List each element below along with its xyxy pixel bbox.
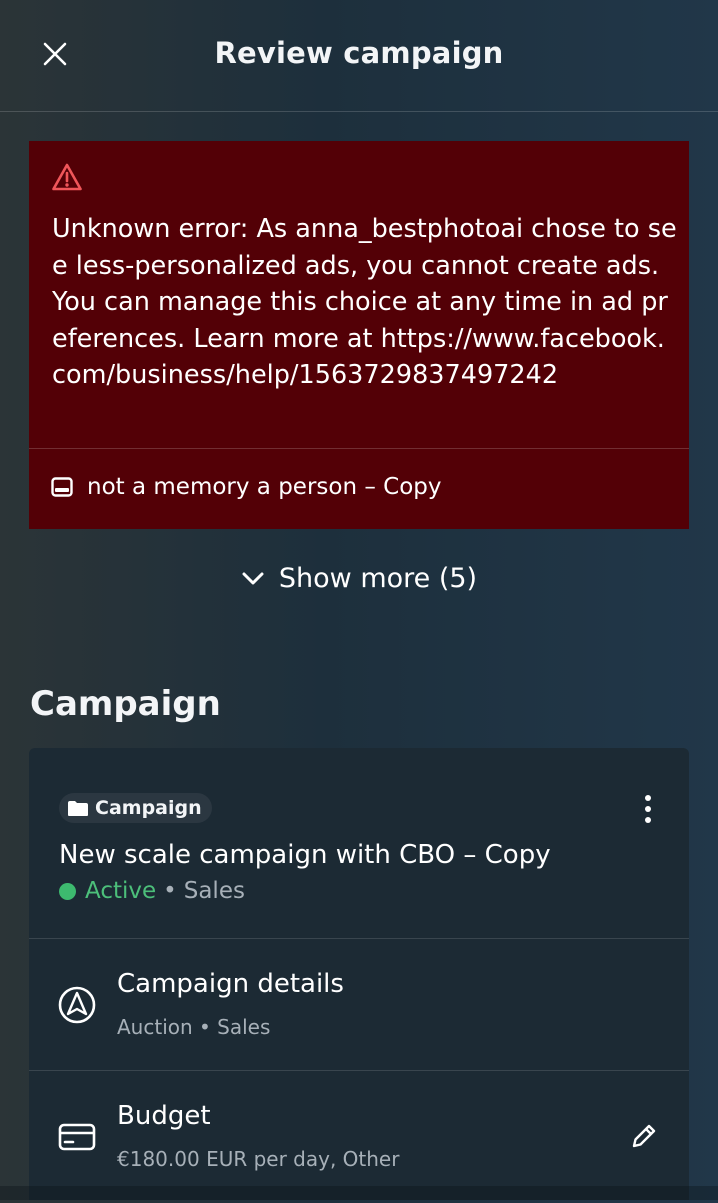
budget-row[interactable]: Budget €180.00 EUR per day, Other [29,1071,689,1203]
campaign-name: New scale campaign with CBO – Copy [59,840,551,870]
more-dot [645,817,651,823]
status-line: Active • Sales [59,878,245,904]
status-dot [59,882,76,900]
status-active: Active [85,878,157,904]
campaign-details-subtitle: Auction • Sales [117,1015,271,1039]
header: Review campaign [0,0,718,112]
error-ad-name: not a memory a person – Copy [87,474,442,500]
campaign-chip: Campaign [59,793,212,823]
campaign-objective: Sales [183,878,245,904]
separator: • [163,878,177,904]
pencil-icon [632,1124,656,1148]
folder-icon [68,800,88,816]
error-message: Unknown error: As anna_bestphotoai chose… [52,214,677,390]
ad-icon [51,477,73,497]
error-banner: Unknown error: As anna_bestphotoai chose… [29,141,689,529]
show-more-button[interactable]: Show more (5) [0,563,718,594]
page-title: Review campaign [214,36,504,70]
navigation-icon [55,983,99,1027]
error-ad-link[interactable]: not a memory a person – Copy [51,474,442,500]
chip-label: Campaign [95,797,202,819]
more-dot [645,806,651,812]
campaign-details-row[interactable]: Campaign details Auction • Sales [29,939,689,1071]
divider [29,448,689,449]
budget-title: Budget [117,1101,211,1131]
bottom-edge [0,1186,718,1200]
credit-card-icon [55,1115,99,1159]
chevron-down-icon [242,572,264,584]
edit-budget-button[interactable] [627,1119,661,1153]
more-options-button[interactable] [633,791,663,827]
budget-subtitle: €180.00 EUR per day, Other [117,1147,400,1171]
campaign-card: Campaign New scale campaign with CBO – C… [29,748,689,1200]
campaign-details-title: Campaign details [117,969,344,999]
more-vertical-icon [645,795,651,801]
show-more-label: Show more (5) [278,563,478,594]
warning-triangle-icon [52,163,82,191]
section-title: Campaign [30,684,221,724]
